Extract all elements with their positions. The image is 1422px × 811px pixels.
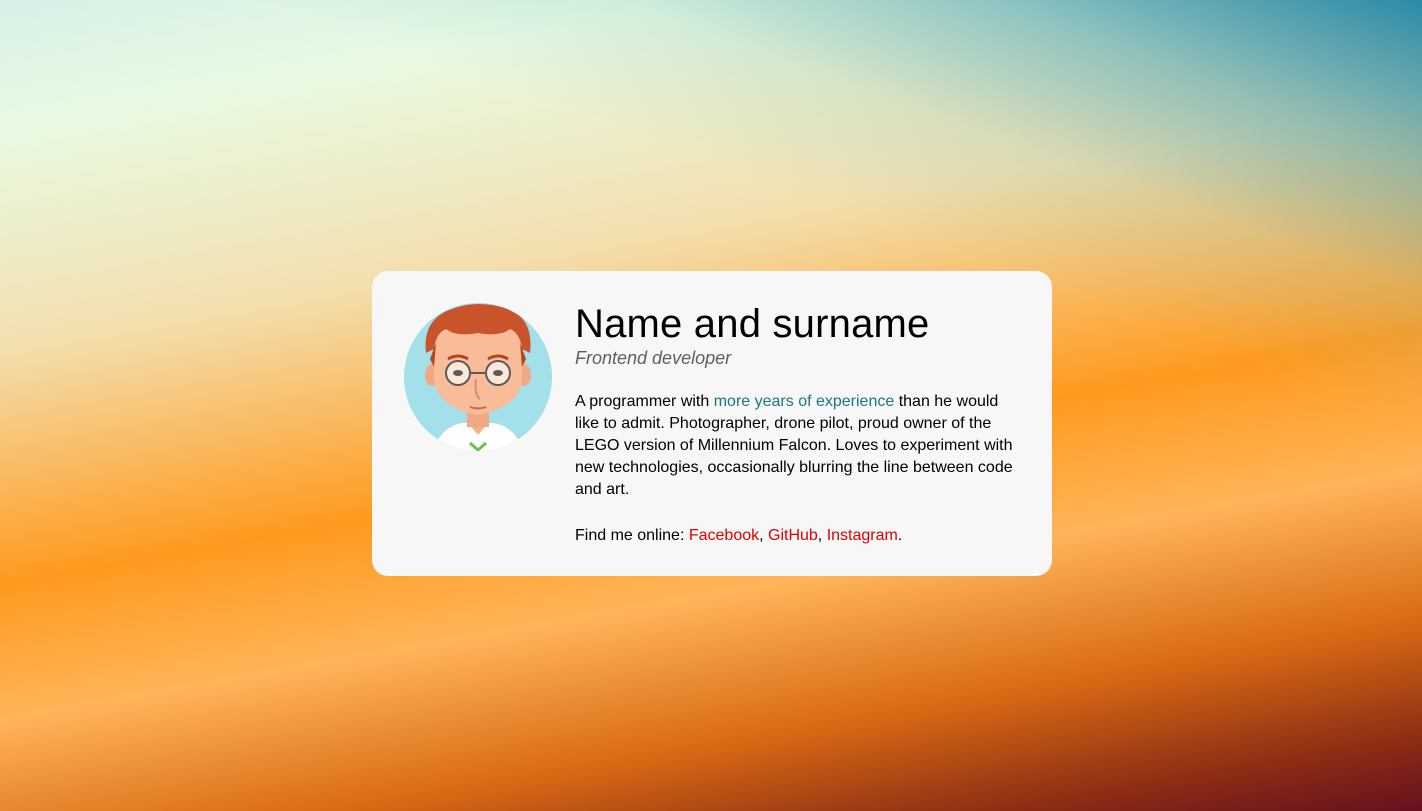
profile-bio: A programmer with more years of experien…	[575, 391, 1025, 501]
instagram-link[interactable]: Instagram	[827, 527, 898, 544]
profile-content: Name and surname Frontend developer A pr…	[575, 301, 1025, 547]
bio-text-start: A programmer with	[575, 393, 714, 410]
profile-card: Name and surname Frontend developer A pr…	[372, 271, 1052, 576]
github-link[interactable]: GitHub	[768, 527, 818, 544]
links-end-period: .	[897, 527, 903, 544]
link-separator: ,	[817, 527, 827, 544]
experience-link[interactable]: more years of experience	[714, 393, 895, 410]
profile-name: Name and surname	[575, 302, 930, 346]
facebook-link[interactable]: Facebook	[689, 527, 759, 544]
link-separator: ,	[759, 527, 768, 544]
find-me-label: Find me online:	[575, 527, 689, 544]
social-links: Find me online: Facebook, GitHub, Instag…	[575, 525, 1025, 547]
avatar	[404, 303, 552, 451]
cartoon-avatar-icon	[404, 303, 552, 451]
profile-role: Frontend developer	[575, 348, 732, 368]
